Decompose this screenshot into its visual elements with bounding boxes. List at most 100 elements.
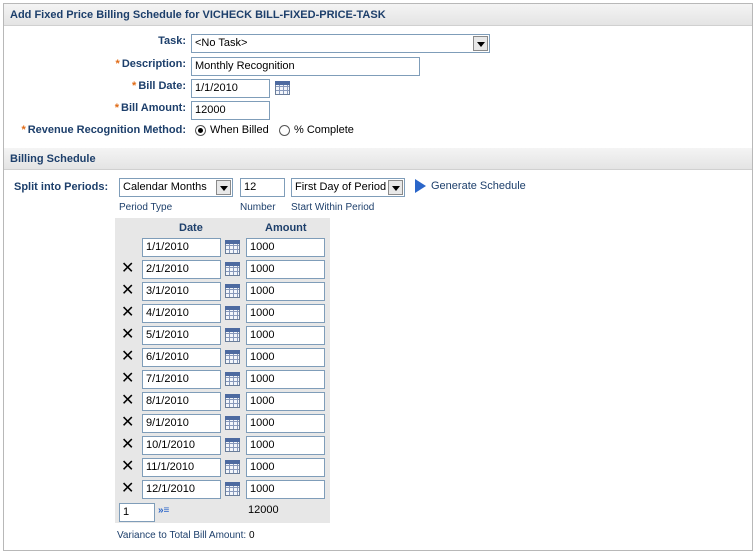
row-date-field[interactable]: 1/1/2010 (142, 238, 221, 257)
x-icon[interactable]: ✕ (121, 415, 134, 431)
start-within-caption: Start Within Period (291, 202, 374, 213)
row-amount-field[interactable]: 1000 (246, 304, 325, 323)
calendar-icon[interactable] (225, 372, 240, 386)
calendar-icon[interactable] (225, 240, 240, 254)
x-icon[interactable]: ✕ (121, 481, 134, 497)
row-date-value: 10/1/2010 (146, 439, 195, 451)
period-type-value: Calendar Months (123, 181, 207, 193)
add-rows-value: 1 (123, 506, 130, 518)
task-select[interactable]: <No Task> (191, 34, 490, 53)
page-title-text: Add Fixed Price Billing Schedule for VIC… (10, 9, 386, 21)
radio-percent-complete[interactable] (279, 125, 290, 136)
bill-date-label-text: Bill Date: (138, 80, 186, 92)
row-amount-field[interactable]: 1000 (246, 392, 325, 411)
x-icon[interactable]: ✕ (121, 327, 134, 343)
number-caption-text: Number (240, 202, 276, 213)
chevron-down-icon (473, 36, 488, 51)
page-title: Add Fixed Price Billing Schedule for VIC… (4, 4, 752, 26)
x-icon[interactable]: ✕ (121, 283, 134, 299)
calendar-icon[interactable] (225, 262, 240, 276)
add-rows-field[interactable]: 1 (119, 503, 155, 522)
split-periods-label: Split into Periods: (14, 181, 108, 193)
row-date-value: 8/1/2010 (146, 395, 189, 407)
row-amount-field[interactable]: 1000 (246, 326, 325, 345)
row-date-field[interactable]: 8/1/2010 (142, 392, 221, 411)
row-date-value: 7/1/2010 (146, 373, 189, 385)
row-date-field[interactable]: 6/1/2010 (142, 348, 221, 367)
bill-date-field[interactable]: 1/1/2010 (191, 79, 270, 98)
calendar-icon[interactable] (225, 284, 240, 298)
number-field[interactable]: 12 (240, 178, 285, 197)
calendar-icon[interactable] (225, 306, 240, 320)
bill-amount-field[interactable]: 12000 (191, 101, 270, 120)
row-amount-field[interactable]: 1000 (246, 282, 325, 301)
row-amount-field[interactable]: 1000 (246, 436, 325, 455)
row-amount-field[interactable]: 1000 (246, 480, 325, 499)
calendar-icon[interactable] (225, 328, 240, 342)
x-icon[interactable]: ✕ (121, 371, 134, 387)
calendar-icon[interactable] (225, 350, 240, 364)
x-icon[interactable]: ✕ (121, 305, 134, 321)
row-date-value: 2/1/2010 (146, 263, 189, 275)
row-amount-field[interactable]: 1000 (246, 260, 325, 279)
row-date-value: 5/1/2010 (146, 329, 189, 341)
row-amount-field[interactable]: 1000 (246, 348, 325, 367)
row-amount-value: 1000 (250, 241, 275, 253)
row-date-field[interactable]: 11/1/2010 (142, 458, 221, 477)
calendar-icon[interactable] (225, 438, 240, 452)
add-rows-icon[interactable]: »≡ (158, 505, 169, 516)
row-date-field[interactable]: 9/1/2010 (142, 414, 221, 433)
row-date-field[interactable]: 3/1/2010 (142, 282, 221, 301)
row-date-value: 1/1/2010 (146, 241, 189, 253)
calendar-icon[interactable] (225, 460, 240, 474)
variance-value: 0 (248, 530, 255, 541)
row-date-value: 11/1/2010 (146, 461, 195, 473)
row-date-field[interactable]: 10/1/2010 (142, 436, 221, 455)
required-marker: * (115, 58, 120, 70)
calendar-icon[interactable] (225, 394, 240, 408)
x-icon[interactable]: ✕ (121, 437, 134, 453)
row-amount-value: 1000 (250, 351, 275, 363)
description-field[interactable]: Monthly Recognition (191, 57, 420, 76)
generate-schedule-link[interactable]: Generate Schedule (431, 180, 526, 192)
variance-label: Variance to Total Bill Amount: 0 (117, 530, 255, 541)
row-date-field[interactable]: 2/1/2010 (142, 260, 221, 279)
row-date-value: 4/1/2010 (146, 307, 189, 319)
x-icon[interactable]: ✕ (121, 261, 134, 277)
calendar-icon[interactable] (275, 81, 290, 95)
row-date-field[interactable]: 12/1/2010 (142, 480, 221, 499)
description-label: * Description: (116, 58, 186, 70)
description-label-text: Description: (121, 58, 186, 70)
row-amount-value: 1000 (250, 439, 275, 451)
x-icon[interactable]: ✕ (121, 459, 134, 475)
x-icon[interactable]: ✕ (121, 393, 134, 409)
start-within-value: First Day of Period (295, 181, 387, 193)
bill-amount-value: 12000 (195, 104, 226, 116)
number-value: 12 (244, 181, 257, 193)
row-amount-value: 1000 (250, 307, 275, 319)
row-amount-value: 1000 (250, 373, 275, 385)
row-date-field[interactable]: 7/1/2010 (142, 370, 221, 389)
start-within-select[interactable]: First Day of Period (291, 178, 405, 197)
calendar-icon[interactable] (225, 482, 240, 496)
radio-when-billed-label: When Billed (210, 124, 269, 136)
radio-when-billed[interactable] (195, 125, 206, 136)
row-amount-field[interactable]: 1000 (246, 458, 325, 477)
col-header-date: Date (179, 222, 203, 234)
row-amount-field[interactable]: 1000 (246, 370, 325, 389)
play-icon[interactable] (415, 179, 426, 193)
chevron-down-icon (388, 180, 403, 195)
row-amount-value: 1000 (250, 417, 275, 429)
calendar-icon[interactable] (225, 416, 240, 430)
generate-schedule-text: Generate Schedule (431, 180, 526, 192)
row-amount-field[interactable]: 1000 (246, 238, 325, 257)
variance-label-text: Variance to Total Bill Amount: (117, 530, 247, 541)
schedule-total: 12000 (248, 504, 279, 516)
period-type-select[interactable]: Calendar Months (119, 178, 233, 197)
row-amount-field[interactable]: 1000 (246, 414, 325, 433)
x-icon[interactable]: ✕ (121, 349, 134, 365)
row-date-field[interactable]: 5/1/2010 (142, 326, 221, 345)
row-date-field[interactable]: 4/1/2010 (142, 304, 221, 323)
bill-date-label: * Bill Date: (132, 80, 186, 92)
row-amount-value: 1000 (250, 329, 275, 341)
